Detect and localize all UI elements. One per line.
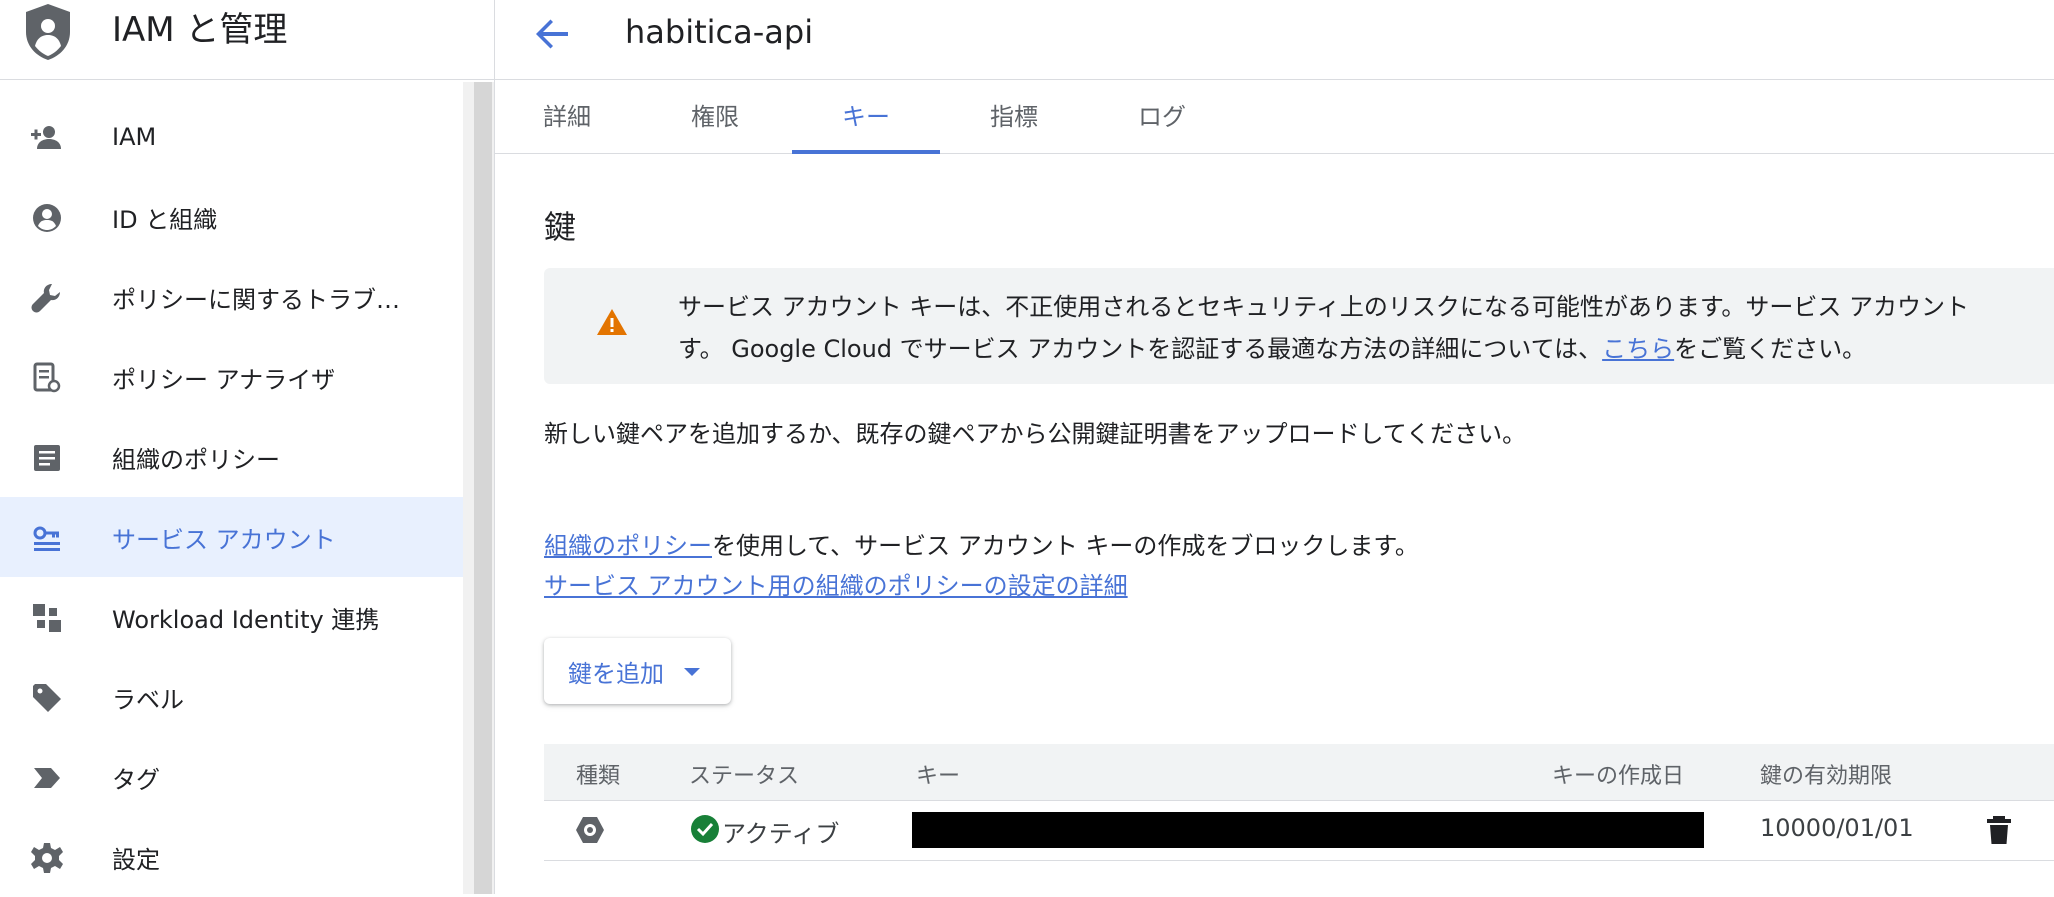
app-title: IAM と管理 xyxy=(112,10,288,50)
sidebar-item-label: 組織のポリシー xyxy=(112,445,280,474)
shield-icon xyxy=(26,4,70,60)
tab-bar: 詳細 権限 キー 指標 ログ xyxy=(495,82,2054,154)
warning-line-2: す。 Google Cloud でサービス アカウントを認証する最適な方法の詳細… xyxy=(678,328,1969,370)
nav-header: IAM と管理 xyxy=(0,0,495,80)
column-header-created[interactable]: キーの作成日 xyxy=(1552,758,1684,790)
add-key-label: 鍵を追加 xyxy=(568,660,664,688)
sidebar-item-label: Workload Identity 連携 xyxy=(112,605,380,634)
chevron-down-icon xyxy=(684,668,700,676)
check-circle-icon xyxy=(691,815,719,843)
list-document-icon xyxy=(34,445,60,471)
page-title: habitica-api xyxy=(625,13,814,51)
service-account-icon xyxy=(33,526,60,551)
key-type-icon xyxy=(576,817,604,843)
sidebar-item-tags[interactable]: タグ xyxy=(0,737,463,817)
sidebar-item-org-policies[interactable]: 組織のポリシー xyxy=(0,417,463,497)
wrench-icon xyxy=(31,284,60,313)
person-add-icon xyxy=(31,126,61,149)
org-policy-link[interactable]: 組織のポリシー xyxy=(544,532,712,560)
column-header-expires[interactable]: 鍵の有効期限 xyxy=(1760,758,1892,790)
keys-table-header: 種類 ステータス キー キーの作成日 鍵の有効期限 xyxy=(544,744,2054,801)
warning-line-2-suffix: をご覧ください。 xyxy=(1674,335,1867,363)
policy-line-2: サービス アカウント用の組織のポリシーの設定の詳細 xyxy=(544,566,1419,606)
tab-permissions[interactable]: 権限 xyxy=(665,82,765,154)
column-header-key[interactable]: キー xyxy=(916,758,960,790)
tab-metrics[interactable]: 指標 xyxy=(964,82,1064,154)
sidebar-item-troubleshooter[interactable]: ポリシーに関するトラブ… xyxy=(0,257,463,337)
policy-line-1: 組織のポリシーを使用して、サービス アカウント キーの作成をブロックします。 xyxy=(544,526,1419,566)
back-arrow-icon[interactable] xyxy=(530,12,574,56)
sidebar-item-service-accounts[interactable]: サービス アカウント xyxy=(0,497,463,577)
section-title: 鍵 xyxy=(544,208,577,246)
sidebar-item-label: IAM xyxy=(112,123,157,151)
gear-icon xyxy=(31,843,63,873)
sidebar-item-label: タグ xyxy=(112,765,160,794)
sidebar-item-workload-identity[interactable]: Workload Identity 連携 xyxy=(0,577,463,657)
label-tag-icon xyxy=(33,684,61,712)
sidebar-item-settings[interactable]: 設定 xyxy=(0,817,463,897)
table-row: アクティブ 10000/01/01 xyxy=(544,800,2054,861)
key-expiry-date: 10000/01/01 xyxy=(1760,814,1914,842)
sidebar-item-label: ラベル xyxy=(112,685,184,714)
key-id-redacted xyxy=(912,812,1704,848)
trash-icon[interactable] xyxy=(1984,814,2014,846)
account-circle-icon xyxy=(33,204,61,232)
sidebar-nav: IAM ID と組織 ポリシーに関するトラブ… ポリシー アナライザ 組織のポリ… xyxy=(0,97,463,897)
add-key-description: 新しい鍵ペアを追加するか、既存の鍵ペアから公開鍵証明書をアップロードしてください… xyxy=(544,420,1527,448)
sidebar-scrollbar[interactable] xyxy=(474,82,492,894)
sidebar-item-label: 設定 xyxy=(112,845,160,874)
sidebar-item-identity[interactable]: ID と組織 xyxy=(0,177,463,257)
sidebar-item-label: ID と組織 xyxy=(112,205,218,234)
policy-analyzer-icon xyxy=(33,362,61,393)
warning-banner: サービス アカウント キーは、不正使用されるとセキュリティ上のリスクになる可能性… xyxy=(544,268,2054,384)
tab-logs[interactable]: ログ xyxy=(1112,82,1212,154)
warning-line-1: サービス アカウント キーは、不正使用されるとセキュリティ上のリスクになる可能性… xyxy=(678,293,1970,321)
sidebar-item-labels[interactable]: ラベル xyxy=(0,657,463,737)
policy-info: 組織のポリシーを使用して、サービス アカウント キーの作成をブロックします。 サ… xyxy=(544,526,1419,606)
warning-icon xyxy=(597,309,627,335)
column-header-status[interactable]: ステータス xyxy=(689,758,799,790)
warning-text: サービス アカウント キーは、不正使用されるとセキュリティ上のリスクになる可能性… xyxy=(678,286,1969,370)
sidebar-item-label: サービス アカウント xyxy=(112,525,336,554)
active-tab-indicator xyxy=(792,150,940,154)
sidebar-item-iam[interactable]: IAM xyxy=(0,97,463,177)
tab-details[interactable]: 詳細 xyxy=(517,82,617,154)
key-status: アクティブ xyxy=(722,820,840,848)
sidebar-item-policy-analyzer[interactable]: ポリシー アナライザ xyxy=(0,337,463,417)
warning-line-2-text: す。 Google Cloud でサービス アカウントを認証する最適な方法の詳細… xyxy=(678,335,1603,363)
policy-line-1-text: を使用して、サービス アカウント キーの作成をブロックします。 xyxy=(712,532,1419,560)
sidebar-item-label: ポリシーに関するトラブ… xyxy=(112,285,400,314)
workload-identity-icon xyxy=(33,604,61,632)
policy-details-link[interactable]: サービス アカウント用の組織のポリシーの設定の詳細 xyxy=(544,572,1128,600)
tab-keys[interactable]: キー xyxy=(792,82,940,154)
column-header-type[interactable]: 種類 xyxy=(576,758,620,790)
tag-arrow-icon xyxy=(34,768,60,788)
learn-more-link[interactable]: こちら xyxy=(1602,335,1674,363)
add-key-button[interactable]: 鍵を追加 xyxy=(544,638,731,704)
sidebar-item-label: ポリシー アナライザ xyxy=(112,365,336,394)
